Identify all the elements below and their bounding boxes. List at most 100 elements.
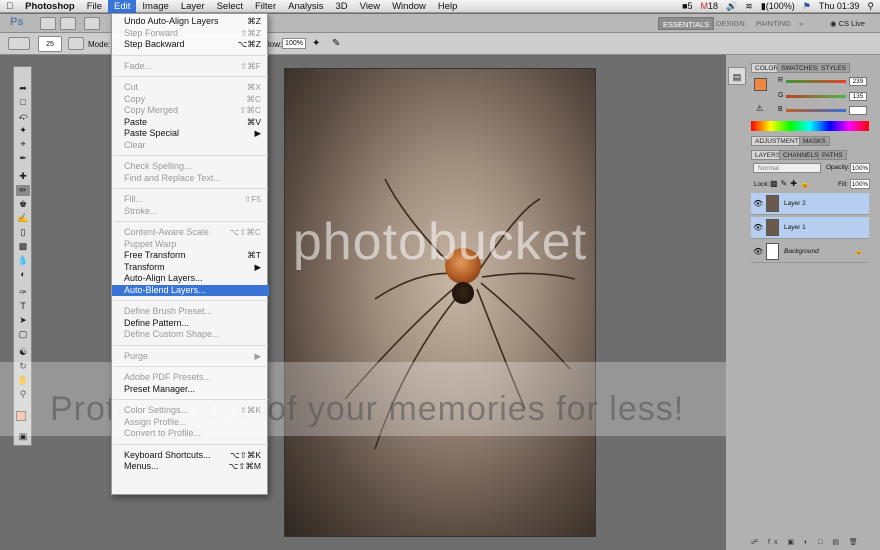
menu-file[interactable]: File [81,0,108,13]
wifi-icon[interactable]: ≋ [745,0,753,13]
menu-item-keyboard-shortcuts[interactable]: Keyboard Shortcuts... ⌥⇧⌘K [112,450,269,462]
3d-rotate-tool-icon[interactable]: ☯ [16,347,30,358]
visibility-eye-icon[interactable]: 👁 [753,193,763,215]
eyedropper-tool-icon[interactable]: ✒ [16,153,30,164]
apple-menu-icon[interactable]:  [0,0,19,13]
blend-mode-select[interactable]: Normal [753,163,821,173]
menu-item-step-backward[interactable]: Step Backward ⌥⌘Z [112,39,269,51]
menu-layer[interactable]: Layer [175,0,211,13]
flow-value-field[interactable]: 100% [282,38,306,49]
tab-swatches[interactable]: SWATCHES [777,63,822,73]
menu-item-clear: Clear [112,140,269,152]
menu-view[interactable]: View [354,0,386,13]
menu-item-color-settings: Color Settings... ⇧⌘K [112,405,269,417]
brush-size-picker[interactable]: 25 [38,36,62,52]
tab-paths[interactable]: PATHS [818,150,847,160]
menu-item-preset-manager[interactable]: Preset Manager... [112,384,269,396]
bridge-icon[interactable] [40,17,56,30]
battery-status[interactable]: ▮(100%) [761,0,795,13]
menu-3d[interactable]: 3D [330,0,354,13]
mail-count: 18 [708,1,719,11]
menu-item-auto-align-layers[interactable]: Auto-Align Layers... [112,273,269,285]
channel-b-value[interactable] [849,106,867,115]
layer-row-layer-2[interactable]: 👁 Layer 2 [751,193,869,215]
flag-icon[interactable]: ⚑ [803,0,811,13]
mini-bridge-icon[interactable] [60,17,76,30]
crop-tool-icon[interactable]: ⌖ [16,139,30,150]
mode-label: Mode: [88,40,111,49]
fill-field[interactable]: 100% [850,179,870,189]
tool-preset-picker-icon[interactable] [8,37,30,50]
gamut-warning-icon[interactable]: ⚠ [756,104,763,113]
tab-masks[interactable]: MASKS [799,136,830,146]
visibility-eye-icon[interactable]: 👁 [753,241,763,263]
workspace-design[interactable]: DESIGN [712,17,749,30]
tab-channels[interactable]: CHANNELS [779,150,823,160]
menu-select[interactable]: Select [211,0,249,13]
brush-tool-icon[interactable]: ✏ [16,185,30,196]
tab-styles[interactable]: STYLES [817,63,850,73]
menu-analysis[interactable]: Analysis [282,0,329,13]
workspace-essentials[interactable]: ESSENTIALS [658,17,715,30]
menu-item-undo-auto-align-layers[interactable]: Undo Auto-Align Layers ⌘Z [112,16,269,28]
menu-item-label: Fade... [124,60,153,71]
type-tool-icon[interactable]: T [16,301,30,312]
menu-item-shortcut: ⇧⌘Z [240,27,261,38]
document-canvas[interactable] [284,68,596,537]
visibility-eye-icon[interactable]: 👁 [753,217,763,239]
channel-g-slider[interactable] [786,95,846,98]
menu-item-transform[interactable]: Transform ▶ [112,262,269,274]
adobe-update-icon[interactable]: ■5 [682,0,692,13]
menu-filter[interactable]: Filter [249,0,282,13]
move-tool-icon[interactable]: ➦ [16,83,30,94]
app-menu[interactable]: Photoshop [19,0,81,13]
menu-separator [113,54,268,56]
channel-b-slider[interactable] [786,109,846,112]
opacity-field[interactable]: 100% [850,163,870,173]
gmail-icon[interactable]: M18 [701,0,719,13]
channel-r-slider[interactable] [786,80,846,83]
layer-name: Background [784,248,819,255]
layer-row-background[interactable]: 👁 Background 🔒 [751,241,869,263]
histogram-icon[interactable]: ▤ [728,67,746,85]
menu-help[interactable]: Help [432,0,464,13]
menu-item-menus[interactable]: Menus... ⌥⇧⌘M [112,461,269,473]
arrange-documents-icon[interactable] [84,17,100,30]
channel-r-value[interactable]: 239 [849,77,867,86]
path-selection-tool-icon[interactable]: ➤ [16,315,30,326]
menu-separator [113,188,268,189]
clock[interactable]: Thu 01:39 [819,0,860,13]
menu-item-label: Find and Replace Text... [124,172,221,183]
rectangle-tool-icon[interactable]: ▢ [16,329,30,340]
workspace-painting[interactable]: PAINTING [752,17,795,30]
menu-item-define-pattern[interactable]: Define Pattern... [112,318,269,330]
spotlight-icon[interactable]: ⚲ [867,0,874,13]
menu-item-free-transform[interactable]: Free Transform ⌘T [112,250,269,262]
menu-item-label: Cut [124,82,139,92]
layers-panel-footer-icons[interactable]: ☍ fx ▣ ◐ □ ▤ 🗑 [751,538,876,548]
cs-live-button[interactable]: ◉ CS Live [826,17,869,30]
layer-name: Layer 2 [784,200,806,207]
menu-image[interactable]: Image [136,0,174,13]
color-ramp[interactable] [751,121,869,131]
pen-tool-icon[interactable]: ✑ [16,287,30,298]
lasso-tool-icon[interactable]: ⤽ [16,111,30,122]
foreground-color-chip[interactable] [754,78,767,91]
clone-stamp-tool-icon[interactable]: ♚ [16,199,30,210]
menu-item-auto-blend-layers[interactable]: Auto-Blend Layers... [112,284,269,296]
quick-selection-tool-icon[interactable]: ✦ [16,125,30,136]
tablet-pressure-icon[interactable]: ✎ [332,38,340,49]
menu-item-paste-special[interactable]: Paste Special ▶ [112,128,269,140]
lock-icons[interactable]: ▩✎✚🔒 [770,179,813,188]
menu-window[interactable]: Window [386,0,432,13]
channel-g-value[interactable]: 135 [849,92,867,101]
menu-item-paste[interactable]: Paste ⌘V [112,117,269,129]
healing-brush-tool-icon[interactable]: ✚ [16,171,30,182]
airbrush-icon[interactable]: ✦ [312,38,320,49]
brush-panel-icon[interactable] [68,37,84,50]
workspace-more-chevron-icon[interactable]: » [795,17,807,30]
volume-icon[interactable]: 🔊 [726,0,737,13]
layer-row-layer-1[interactable]: 👁 Layer 1 [751,217,869,239]
marquee-tool-icon[interactable]: □ [16,97,30,108]
menu-edit[interactable]: Edit [108,0,137,13]
